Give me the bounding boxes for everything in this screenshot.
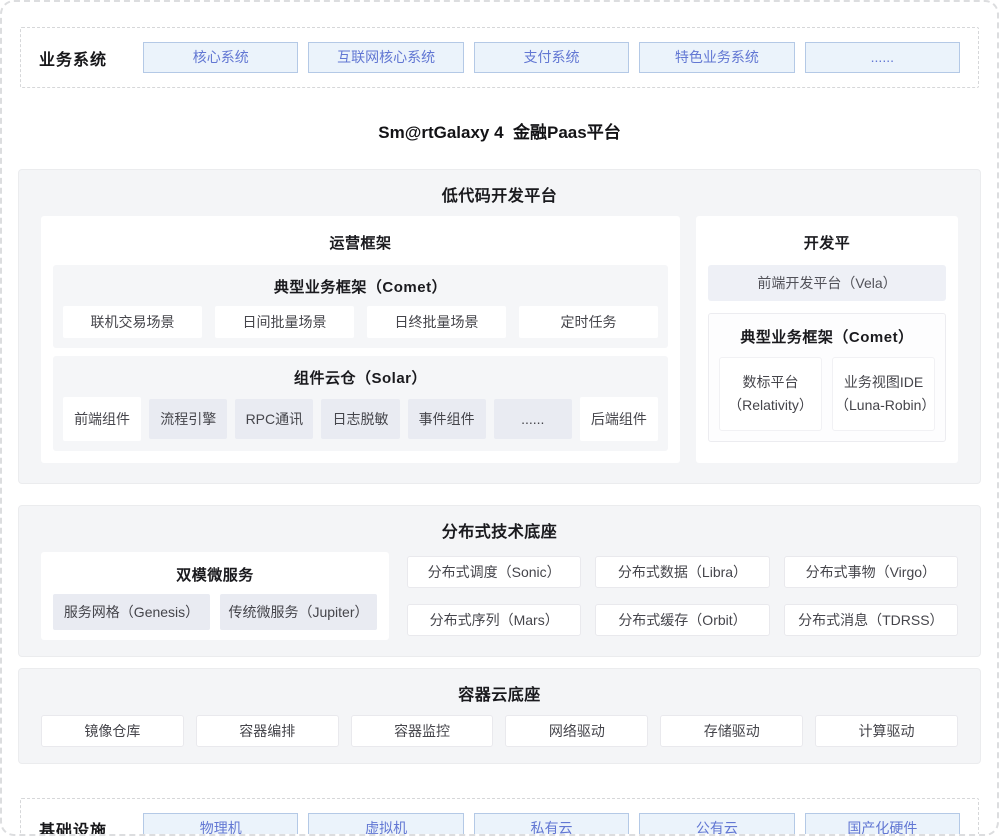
infrastructure-boxes: 物理机 虚拟机 私有云 公有云 国产化硬件: [143, 813, 960, 836]
frontend-component-card: 前端组件: [63, 397, 141, 441]
infrastructure-row: 基础设施 物理机 虚拟机 私有云 公有云 国产化硬件: [20, 798, 979, 836]
luna-robin-card-line1: 业务视图IDE: [844, 374, 923, 390]
relativity-card-line2: （Relativity）: [728, 397, 813, 413]
component-pill: 日志脱敏: [321, 399, 399, 439]
luna-robin-card-line2: （Luna-Robin）: [835, 397, 935, 413]
traditional-microservice-pill: 传统微服务（Jupiter）: [220, 594, 377, 630]
scenario-card: 日间批量场景: [215, 306, 354, 338]
backend-component-card: 后端组件: [580, 397, 658, 441]
container-cloud-card: 镜像仓库: [41, 715, 184, 747]
solar-card-row: 前端组件 流程引擎 RPC通讯 日志脱敏 事件组件 ...... 后端组件: [63, 397, 658, 441]
business-system-box: ......: [805, 42, 960, 73]
relativity-card-line1: 数标平台: [743, 374, 799, 390]
business-system-box: 特色业务系统: [639, 42, 794, 73]
component-pill: 事件组件: [408, 399, 486, 439]
container-cloud-section: 容器云底座 镜像仓库 容器编排 容器监控 网络驱动 存储驱动 计算驱动: [18, 668, 981, 764]
distributed-service-card: 分布式调度（Sonic）: [407, 556, 581, 588]
business-systems-row: 业务系统 核心系统 互联网核心系统 支付系统 特色业务系统 ......: [20, 27, 979, 88]
distributed-section: 分布式技术底座 双模微服务 服务网格（Genesis） 传统微服务（Jupite…: [18, 505, 981, 657]
platform-title: Sm@rtGalaxy 4 金融Paas平台: [18, 118, 981, 143]
relativity-card: 数标平台 （Relativity）: [719, 357, 822, 431]
business-system-box: 支付系统: [474, 42, 629, 73]
low-code-section: 低代码开发平台 运营框架 典型业务框架（Comet） 联机交易场景 日间批量场景…: [18, 169, 981, 484]
business-system-box: 互联网核心系统: [308, 42, 463, 73]
distributed-services-grid: 分布式调度（Sonic） 分布式数据（Libra） 分布式事物（Virgo） 分…: [407, 552, 958, 640]
comet-card-row: 联机交易场景 日间批量场景 日终批量场景 定时任务: [63, 306, 658, 338]
vela-platform-pill: 前端开发平台（Vela）: [708, 265, 946, 301]
distributed-content: 双模微服务 服务网格（Genesis） 传统微服务（Jupiter） 分布式调度…: [41, 552, 958, 640]
scenario-card: 定时任务: [519, 306, 658, 338]
dev-platform-title: 开发平: [708, 232, 946, 253]
container-cloud-card: 容器编排: [196, 715, 339, 747]
solar-panel: 组件云仓（Solar） 前端组件 流程引擎 RPC通讯 日志脱敏 事件组件 ..…: [53, 356, 668, 451]
service-mesh-pill: 服务网格（Genesis）: [53, 594, 210, 630]
container-cloud-card: 存储驱动: [660, 715, 803, 747]
infrastructure-box: 虚拟机: [308, 813, 463, 836]
scenario-card: 日终批量场景: [367, 306, 506, 338]
comet-framework-panel: 典型业务框架（Comet） 联机交易场景 日间批量场景 日终批量场景 定时任务: [53, 265, 668, 348]
component-pill: 流程引擎: [149, 399, 227, 439]
infrastructure-box: 私有云: [474, 813, 629, 836]
container-cloud-row: 镜像仓库 容器编排 容器监控 网络驱动 存储驱动 计算驱动: [41, 715, 958, 747]
low-code-content: 运营框架 典型业务框架（Comet） 联机交易场景 日间批量场景 日终批量场景 …: [41, 216, 958, 463]
dev-comet-cards: 数标平台 （Relativity） 业务视图IDE （Luna-Robin）: [719, 357, 935, 431]
infrastructure-box: 公有云: [639, 813, 794, 836]
infrastructure-box: 国产化硬件: [805, 813, 960, 836]
container-cloud-card: 计算驱动: [815, 715, 958, 747]
comet-framework-title: 典型业务框架（Comet）: [63, 276, 658, 297]
infrastructure-label: 基础设施: [39, 817, 143, 836]
distributed-service-card: 分布式序列（Mars）: [407, 604, 581, 636]
dev-comet-box: 典型业务框架（Comet） 数标平台 （Relativity） 业务视图IDE …: [708, 313, 946, 442]
solar-title: 组件云仓（Solar）: [63, 367, 658, 388]
infrastructure-box: 物理机: [143, 813, 298, 836]
distributed-service-card: 分布式缓存（Orbit）: [595, 604, 769, 636]
container-cloud-title: 容器云底座: [41, 681, 958, 705]
distributed-service-card: 分布式事物（Virgo）: [784, 556, 958, 588]
distributed-service-card: 分布式消息（TDRSS）: [784, 604, 958, 636]
container-cloud-card: 网络驱动: [505, 715, 648, 747]
distributed-title: 分布式技术底座: [41, 518, 958, 542]
scenario-card: 联机交易场景: [63, 306, 202, 338]
low-code-title: 低代码开发平台: [41, 182, 958, 206]
business-systems-boxes: 核心系统 互联网核心系统 支付系统 特色业务系统 ......: [143, 42, 960, 73]
container-cloud-card: 容器监控: [351, 715, 494, 747]
dual-mode-box: 双模微服务 服务网格（Genesis） 传统微服务（Jupiter）: [41, 552, 389, 640]
dev-platform-box: 开发平 前端开发平台（Vela） 典型业务框架（Comet） 数标平台 （Rel…: [696, 216, 958, 463]
luna-robin-card: 业务视图IDE （Luna-Robin）: [832, 357, 935, 431]
operation-framework-box: 运营框架 典型业务框架（Comet） 联机交易场景 日间批量场景 日终批量场景 …: [41, 216, 680, 463]
dual-mode-pills: 服务网格（Genesis） 传统微服务（Jupiter）: [53, 594, 377, 630]
component-pill: RPC通讯: [235, 399, 313, 439]
business-system-box: 核心系统: [143, 42, 298, 73]
architecture-diagram: 业务系统 核心系统 互联网核心系统 支付系统 特色业务系统 ...... Sm@…: [0, 0, 999, 836]
distributed-service-card: 分布式数据（Libra）: [595, 556, 769, 588]
business-systems-label: 业务系统: [39, 46, 143, 70]
dual-mode-title: 双模微服务: [53, 564, 377, 585]
operation-framework-title: 运营框架: [53, 232, 668, 253]
dev-comet-title: 典型业务框架（Comet）: [719, 326, 935, 347]
component-pill: ......: [494, 399, 572, 439]
